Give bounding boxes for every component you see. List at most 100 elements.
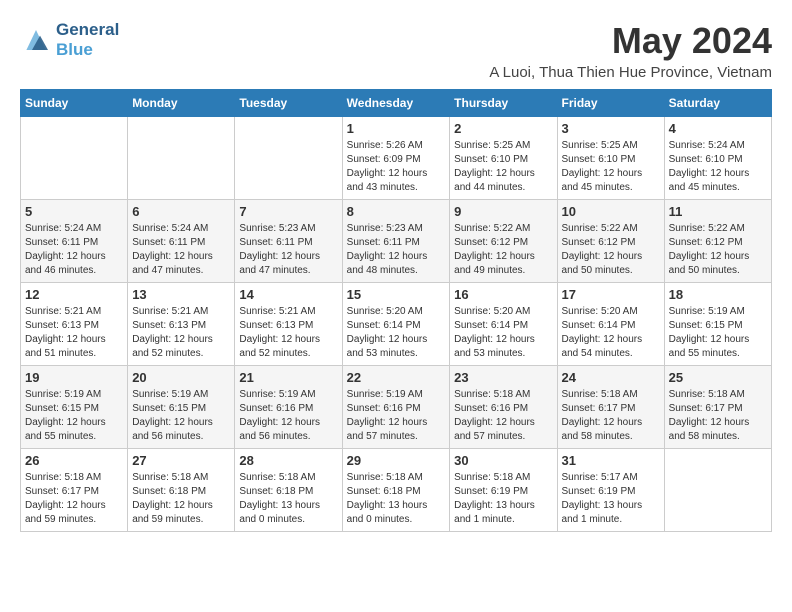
day-info: Sunrise: 5:24 AM Sunset: 6:11 PM Dayligh… (132, 222, 230, 278)
header-day-sunday: Sunday (21, 90, 128, 117)
calendar-cell: 2Sunrise: 5:25 AM Sunset: 6:10 PM Daylig… (450, 117, 557, 200)
day-info: Sunrise: 5:20 AM Sunset: 6:14 PM Dayligh… (562, 305, 660, 361)
day-number: 14 (239, 287, 337, 302)
calendar-cell: 28 Sunrise: 5:18 AM Sunset: 6:18 PM Dayli… (235, 449, 342, 532)
calendar-cell: 9 Sunrise: 5:22 AM Sunset: 6:12 PM Daylig… (450, 200, 557, 283)
day-number: 26 (25, 453, 123, 468)
day-number: 21 (239, 370, 337, 385)
calendar-cell: 18 Sunrise: 5:19 AM Sunset: 6:15 PM Dayli… (664, 283, 771, 366)
calendar-cell: 7Sunrise: 5:23 AM Sunset: 6:11 PM Daylig… (235, 200, 342, 283)
header-day-thursday: Thursday (450, 90, 557, 117)
header-day-tuesday: Tuesday (235, 90, 342, 117)
day-info: Sunrise: 5:18 AM Sunset: 6:16 PM Dayligh… (454, 388, 552, 444)
day-info: Sunrise: 5:23 AM Sunset: 6:11 PM Dayligh… (239, 222, 337, 278)
calendar-cell: 24Sunrise: 5:18 AM Sunset: 6:17 PM Dayli… (557, 366, 664, 449)
logo-text: General Blue (56, 20, 119, 60)
calendar-cell (128, 117, 235, 200)
calendar-cell: 3 Sunrise: 5:25 AM Sunset: 6:10 PM Daylig… (557, 117, 664, 200)
day-info: Sunrise: 5:18 AM Sunset: 6:18 PM Dayligh… (347, 471, 446, 527)
day-number: 17 (562, 287, 660, 302)
calendar-week-3: 12 Sunrise: 5:21 AM Sunset: 6:13 PM Dayli… (21, 283, 772, 366)
day-number: 18 (669, 287, 767, 302)
calendar-week-2: 5 Sunrise: 5:24 AM Sunset: 6:11 PM Daylig… (21, 200, 772, 283)
title-section: May 2024 A Luoi, Thua Thien Hue Province… (489, 20, 772, 81)
day-number: 6 (132, 204, 230, 219)
day-info: Sunrise: 5:18 AM Sunset: 6:17 PM Dayligh… (669, 388, 767, 444)
day-number: 30 (454, 453, 552, 468)
calendar-cell: 19 Sunrise: 5:19 AM Sunset: 6:15 PM Dayli… (21, 366, 128, 449)
calendar-cell: 11 Sunrise: 5:22 AM Sunset: 6:12 PM Dayli… (664, 200, 771, 283)
day-info: Sunrise: 5:19 AM Sunset: 6:16 PM Dayligh… (239, 388, 337, 444)
day-info: Sunrise: 5:24 AM Sunset: 6:10 PM Dayligh… (669, 139, 767, 195)
day-info: Sunrise: 5:20 AM Sunset: 6:14 PM Dayligh… (454, 305, 552, 361)
month-year-title: May 2024 (489, 20, 772, 62)
day-info: Sunrise: 5:18 AM Sunset: 6:18 PM Dayligh… (132, 471, 230, 527)
day-number: 9 (454, 204, 552, 219)
day-number: 29 (347, 453, 446, 468)
calendar-week-4: 19 Sunrise: 5:19 AM Sunset: 6:15 PM Dayli… (21, 366, 772, 449)
day-number: 31 (562, 453, 660, 468)
day-number: 28 (239, 453, 337, 468)
calendar-cell: 16 Sunrise: 5:20 AM Sunset: 6:14 PM Dayli… (450, 283, 557, 366)
calendar-header: SundayMondayTuesdayWednesdayThursdayFrid… (21, 90, 772, 117)
calendar-cell: 29 Sunrise: 5:18 AM Sunset: 6:18 PM Dayli… (342, 449, 450, 532)
day-number: 10 (562, 204, 660, 219)
day-number: 15 (347, 287, 446, 302)
day-info: Sunrise: 5:18 AM Sunset: 6:18 PM Dayligh… (239, 471, 337, 527)
calendar-cell: 26 Sunrise: 5:18 AM Sunset: 6:17 PM Dayli… (21, 449, 128, 532)
calendar-cell (21, 117, 128, 200)
header-day-monday: Monday (128, 90, 235, 117)
day-number: 27 (132, 453, 230, 468)
header-day-wednesday: Wednesday (342, 90, 450, 117)
calendar-week-5: 26 Sunrise: 5:18 AM Sunset: 6:17 PM Dayli… (21, 449, 772, 532)
day-number: 3 (562, 121, 660, 136)
day-number: 22 (347, 370, 446, 385)
day-info: Sunrise: 5:19 AM Sunset: 6:15 PM Dayligh… (132, 388, 230, 444)
day-info: Sunrise: 5:22 AM Sunset: 6:12 PM Dayligh… (669, 222, 767, 278)
day-info: Sunrise: 5:17 AM Sunset: 6:19 PM Dayligh… (562, 471, 660, 527)
day-info: Sunrise: 5:24 AM Sunset: 6:11 PM Dayligh… (25, 222, 123, 278)
day-number: 20 (132, 370, 230, 385)
day-info: Sunrise: 5:21 AM Sunset: 6:13 PM Dayligh… (239, 305, 337, 361)
calendar-cell: 27 Sunrise: 5:18 AM Sunset: 6:18 PM Dayli… (128, 449, 235, 532)
calendar-cell: 17 Sunrise: 5:20 AM Sunset: 6:14 PM Dayli… (557, 283, 664, 366)
day-number: 13 (132, 287, 230, 302)
day-info: Sunrise: 5:25 AM Sunset: 6:10 PM Dayligh… (454, 139, 552, 195)
day-info: Sunrise: 5:22 AM Sunset: 6:12 PM Dayligh… (562, 222, 660, 278)
day-number: 16 (454, 287, 552, 302)
calendar-cell: 5 Sunrise: 5:24 AM Sunset: 6:11 PM Daylig… (21, 200, 128, 283)
logo-icon (20, 26, 52, 54)
location-subtitle: A Luoi, Thua Thien Hue Province, Vietnam (489, 64, 772, 81)
calendar-cell: 21 Sunrise: 5:19 AM Sunset: 6:16 PM Dayli… (235, 366, 342, 449)
calendar-cell: 23Sunrise: 5:18 AM Sunset: 6:16 PM Dayli… (450, 366, 557, 449)
day-number: 1 (347, 121, 446, 136)
day-number: 12 (25, 287, 123, 302)
calendar-cell: 14 Sunrise: 5:21 AM Sunset: 6:13 PM Dayli… (235, 283, 342, 366)
calendar-cell: 8Sunrise: 5:23 AM Sunset: 6:11 PM Daylig… (342, 200, 450, 283)
day-number: 5 (25, 204, 123, 219)
day-number: 11 (669, 204, 767, 219)
day-info: Sunrise: 5:20 AM Sunset: 6:14 PM Dayligh… (347, 305, 446, 361)
day-number: 25 (669, 370, 767, 385)
day-info: Sunrise: 5:18 AM Sunset: 6:17 PM Dayligh… (25, 471, 123, 527)
day-number: 19 (25, 370, 123, 385)
calendar-cell: 22Sunrise: 5:19 AM Sunset: 6:16 PM Dayli… (342, 366, 450, 449)
calendar-cell: 30Sunrise: 5:18 AM Sunset: 6:19 PM Dayli… (450, 449, 557, 532)
calendar-cell (235, 117, 342, 200)
calendar-cell: 10 Sunrise: 5:22 AM Sunset: 6:12 PM Dayli… (557, 200, 664, 283)
header-day-saturday: Saturday (664, 90, 771, 117)
day-info: Sunrise: 5:18 AM Sunset: 6:17 PM Dayligh… (562, 388, 660, 444)
calendar-cell: 20 Sunrise: 5:19 AM Sunset: 6:15 PM Dayli… (128, 366, 235, 449)
calendar-cell: 6 Sunrise: 5:24 AM Sunset: 6:11 PM Daylig… (128, 200, 235, 283)
calendar-cell: 25 Sunrise: 5:18 AM Sunset: 6:17 PM Dayli… (664, 366, 771, 449)
day-info: Sunrise: 5:19 AM Sunset: 6:15 PM Dayligh… (669, 305, 767, 361)
day-info: Sunrise: 5:25 AM Sunset: 6:10 PM Dayligh… (562, 139, 660, 195)
calendar-cell: 15 Sunrise: 5:20 AM Sunset: 6:14 PM Dayli… (342, 283, 450, 366)
day-number: 8 (347, 204, 446, 219)
calendar-cell (664, 449, 771, 532)
day-info: Sunrise: 5:19 AM Sunset: 6:15 PM Dayligh… (25, 388, 123, 444)
calendar-week-1: 1Sunrise: 5:26 AM Sunset: 6:09 PM Daylig… (21, 117, 772, 200)
page-header: General Blue May 2024 A Luoi, Thua Thien… (20, 20, 772, 81)
day-info: Sunrise: 5:22 AM Sunset: 6:12 PM Dayligh… (454, 222, 552, 278)
day-info: Sunrise: 5:21 AM Sunset: 6:13 PM Dayligh… (132, 305, 230, 361)
